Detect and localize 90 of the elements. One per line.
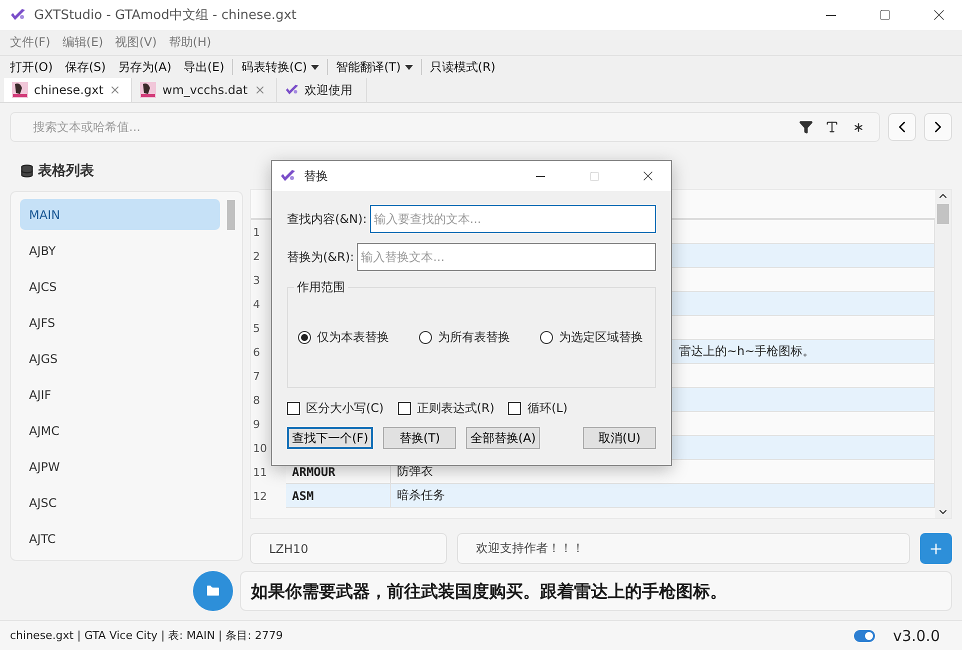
replace-field[interactable]: 输入替换文本...	[357, 243, 656, 271]
toolbar-button[interactable]: 另存为(A)	[112, 58, 178, 76]
dialog-title: 替换	[304, 168, 329, 184]
row-number: 5	[252, 320, 261, 336]
window-title: GXTStudio - GTAmod中文组 - chinese.gxt	[34, 7, 298, 24]
dialog-button[interactable]: 替换(T)	[383, 427, 456, 449]
sidebar-title: 表格列表	[38, 162, 94, 180]
toolbar-button[interactable]: 只读模式(R)	[424, 58, 502, 76]
logo-icon	[284, 83, 299, 97]
row-number: 6	[252, 344, 261, 360]
add-button[interactable]	[920, 533, 952, 564]
table-list-item[interactable]: AJGS	[20, 343, 220, 374]
row-number: 1	[252, 224, 261, 240]
row-number: 2	[252, 248, 261, 264]
file-thumbnail-icon	[12, 82, 28, 98]
version-label: v3.0.0	[892, 626, 940, 644]
status-text: chinese.gxt | GTA Vice City | 表: MAIN | 条目: 2779	[10, 628, 284, 643]
maximize-icon	[588, 170, 600, 182]
key-field[interactable]: LZH10	[250, 533, 447, 564]
checkbox-icon[interactable]	[287, 402, 300, 415]
toolbar-button[interactable]: 导出(E)	[177, 58, 230, 76]
table-list-item[interactable]: AJTC	[20, 523, 220, 554]
close-tab-icon[interactable]	[254, 84, 266, 96]
plus-icon	[928, 540, 944, 556]
file-thumbnail-icon	[140, 82, 156, 98]
row-number: 12	[252, 488, 268, 504]
toolbar-button[interactable]: 码表转换(C)	[235, 58, 326, 76]
caret-icon	[404, 64, 413, 70]
database-icon	[20, 164, 34, 178]
scrollbar-thumb[interactable]	[227, 200, 235, 230]
letter-icon[interactable]	[825, 120, 839, 134]
caret-icon	[311, 64, 320, 70]
menu-item[interactable]: 视图(V)	[109, 34, 163, 51]
group-title: 作用范围	[294, 279, 348, 296]
radio-icon[interactable]	[298, 331, 311, 344]
search-field[interactable]: 搜索文本或哈希值...	[10, 112, 880, 142]
table-list-item[interactable]: AJBY	[20, 235, 220, 266]
filter-icon[interactable]	[799, 120, 813, 134]
toolbar-button[interactable]: 智能翻译(T)	[330, 58, 419, 76]
toolbar-button[interactable]: 保存(S)	[58, 58, 112, 76]
option-checkbox[interactable]: 正则表达式(R)	[398, 400, 494, 417]
scrollbar-thumb[interactable]	[937, 204, 949, 224]
close-tab-icon[interactable]	[109, 84, 122, 96]
preview-text: 如果你需要武器，前往武装国度购买。跟着雷达上的手枪图标。	[240, 571, 952, 611]
menu-item[interactable]: 文件(F)	[4, 34, 56, 51]
table-list-item[interactable]: MAIN	[20, 199, 220, 230]
row-number: 7	[252, 368, 261, 384]
search-input[interactable]: 搜索文本或哈希值...	[31, 119, 793, 135]
row-number: 11	[252, 464, 268, 480]
table-list-item[interactable]: AJPW	[20, 451, 220, 482]
menu-item[interactable]: 帮助(H)	[162, 34, 218, 51]
table-list-item[interactable]: AJSC	[20, 487, 220, 518]
key-cell: ASM	[286, 484, 391, 508]
row-number: 8	[252, 392, 261, 408]
table-list-item[interactable]: AJIF	[20, 379, 220, 410]
folder-plus-icon	[205, 583, 221, 599]
table-list-item[interactable]: AJCS	[20, 271, 220, 302]
find-field[interactable]: 输入要查找的文本...	[370, 205, 656, 233]
option-checkbox[interactable]: 区分大小写(C)	[287, 400, 384, 417]
menu-item[interactable]: 编辑(E)	[56, 34, 110, 51]
dialog-button[interactable]: 取消(U)	[583, 427, 656, 449]
tab[interactable]: 欢迎使用	[276, 78, 367, 102]
text-field[interactable]: 欢迎支持作者！！！	[457, 533, 910, 564]
dialog-button[interactable]: 全部替换(A)	[466, 427, 540, 449]
radio-icon[interactable]	[419, 331, 432, 344]
replace-label: 替换为(&R):	[287, 248, 354, 266]
option-checkbox[interactable]: 循环(L)	[508, 400, 568, 417]
row-number: 9	[252, 416, 261, 432]
logo-icon	[10, 7, 26, 23]
maximize-icon	[879, 9, 891, 21]
tab[interactable]: chinese.gxt	[4, 78, 132, 102]
row-number: 4	[252, 296, 261, 312]
next-button[interactable]	[924, 113, 952, 141]
toggle-switch[interactable]	[854, 630, 875, 642]
row-number: 10	[252, 440, 268, 456]
minimize-icon	[826, 14, 836, 16]
folder-add-button[interactable]	[193, 571, 233, 611]
table-list-item[interactable]: AJFS	[20, 307, 220, 338]
toolbar-button[interactable]: 打开(O)	[4, 58, 59, 76]
scope-radio[interactable]: 仅为本表替换	[298, 329, 389, 346]
checkbox-icon[interactable]	[508, 402, 522, 415]
dialog-button[interactable]: 查找下一个(F)	[287, 427, 374, 449]
logo-icon	[280, 168, 296, 184]
row-number: 3	[252, 272, 261, 288]
text-cell: 暗杀任务	[391, 484, 935, 508]
radio-icon[interactable]	[540, 331, 553, 344]
previous-button[interactable]	[888, 113, 916, 141]
find-label: 查找内容(&N):	[287, 210, 367, 228]
checkbox-icon[interactable]	[398, 402, 411, 415]
table-list-item[interactable]: AJMC	[20, 415, 220, 446]
